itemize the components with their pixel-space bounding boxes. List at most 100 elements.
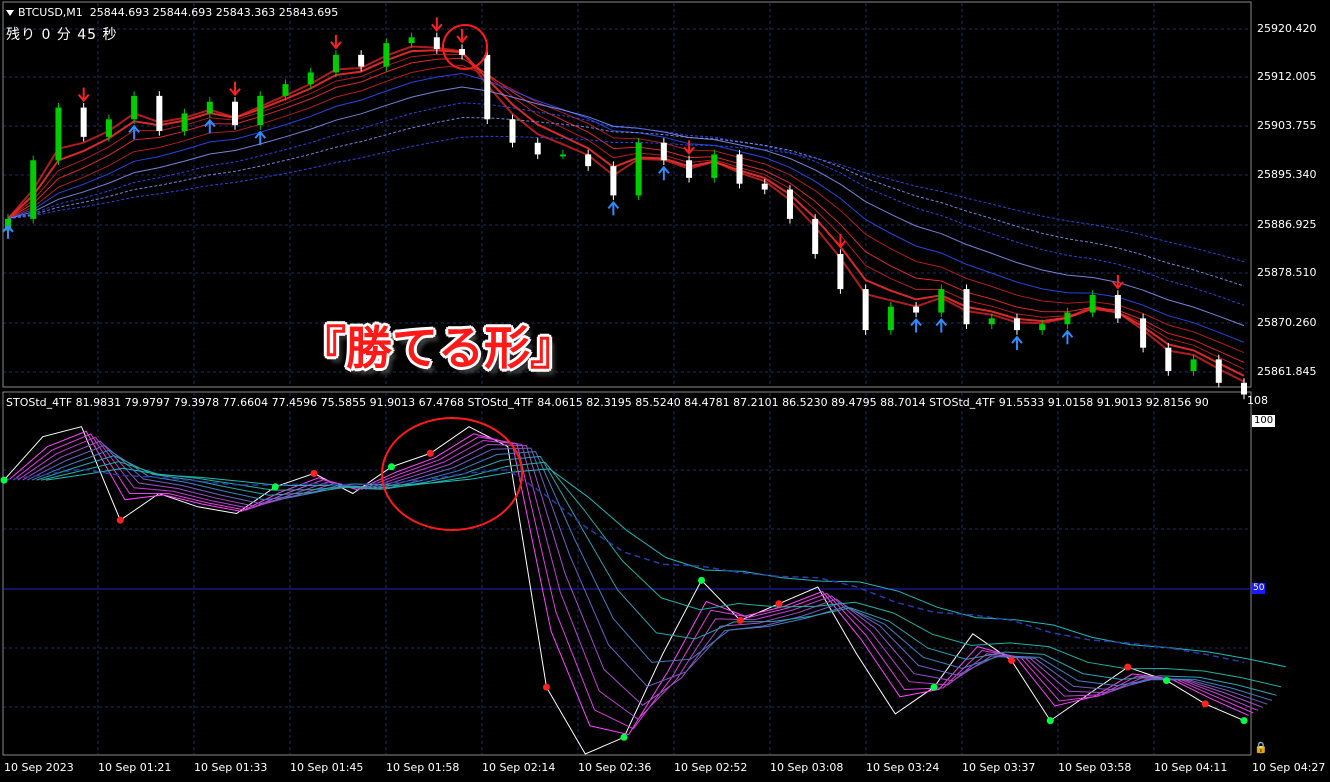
indicator-scale-top: 108: [1247, 394, 1268, 407]
candle-body: [55, 107, 62, 161]
candle-body: [1089, 294, 1096, 313]
main-panel-border: [2, 1, 1252, 388]
time-tick-label: 10 Sep 03:37: [962, 761, 1036, 774]
ohlc-values: 25844.693 25844.693 25843.363 25843.695: [89, 6, 339, 19]
stochastic-signal-dot: [271, 483, 279, 491]
stochastic-signal-dot: [388, 463, 395, 471]
time-tick-label: 10 Sep 01:45: [290, 761, 364, 774]
buy-arrow-icon: [910, 317, 922, 333]
winning-shape-banner: 『勝てる形』: [300, 321, 576, 375]
price-tick-label: 25920.420: [1257, 22, 1317, 35]
indicator-level-50: 50: [1252, 583, 1266, 594]
sell-arrow-icon: [431, 17, 443, 32]
candle-body: [105, 119, 112, 137]
symbol-ohlc-header: BTCUSD,M1 25844.693 25844.693 25843.363 …: [6, 6, 338, 19]
indicator-values-label: STOStd_4TF 81.9831 79.9797 79.3978 77.66…: [6, 396, 1209, 409]
price-tick-label: 25912.005: [1257, 70, 1317, 83]
candle-body: [1114, 294, 1121, 319]
candle-body: [509, 119, 516, 143]
stochastic-slow-line: [3, 468, 1245, 664]
candle-body: [887, 306, 894, 331]
stochastic-signal-dot: [620, 733, 628, 741]
candles: [5, 32, 1247, 400]
candle-body: [761, 183, 768, 190]
stochastic-line: [31, 449, 1273, 701]
candle-body: [282, 84, 289, 96]
price-chart[interactable]: [0, 0, 1330, 782]
stochastic-signal-dot: [1201, 700, 1209, 708]
candle-body: [913, 306, 920, 313]
ma-line: [7, 102, 1245, 306]
candle-body: [1013, 318, 1020, 331]
candle-body: [585, 154, 592, 167]
stochastic-signal-dot: [930, 683, 938, 691]
price-tick-label: 25870.260: [1257, 316, 1317, 329]
stochastic-line: [36, 455, 1277, 696]
candle-body: [1190, 359, 1197, 372]
sell-arrow-icon: [683, 140, 695, 155]
candle-body: [206, 101, 213, 114]
stochastic-line: [41, 461, 1282, 688]
stochastic-signal-dot: [543, 683, 550, 691]
stochastic-line: [22, 440, 1263, 708]
stochastic-signal-dot: [775, 600, 783, 608]
candle-body: [686, 160, 693, 178]
time-tick-label: 10 Sep 02:36: [578, 761, 652, 774]
stochastic-signal-dot: [1240, 717, 1248, 725]
candle-body: [988, 318, 995, 325]
candle-body: [257, 95, 264, 126]
buy-arrow-icon: [1061, 329, 1074, 345]
price-tick-label: 25895.340: [1257, 168, 1317, 181]
candle-body: [459, 49, 466, 55]
stochastic-signal-dot: [0, 476, 8, 484]
buy-arrow-icon: [607, 200, 620, 216]
stochastic-lines: [3, 426, 1286, 755]
stochastic-signal-dot: [310, 469, 318, 477]
candle-body: [181, 113, 188, 132]
lock-icon[interactable]: 🔒: [1254, 741, 1268, 754]
candle-body: [383, 43, 390, 67]
candle-body: [610, 166, 617, 196]
dropdown-triangle-icon[interactable]: [6, 10, 14, 16]
time-tick-label: 10 Sep 04:11: [1154, 761, 1228, 774]
buy-arrow-icon: [2, 224, 14, 239]
sell-arrow-icon: [456, 29, 468, 44]
candle-body: [1241, 382, 1247, 395]
stochastic-signal-dot: [426, 449, 434, 457]
candle-body: [660, 142, 667, 161]
candle-body: [80, 107, 87, 137]
time-tick-label: 10 Sep 04:27: [1252, 761, 1326, 774]
candle-body: [1215, 359, 1222, 383]
price-tick-label: 25886.925: [1257, 218, 1317, 231]
candle-body: [1165, 347, 1172, 372]
candle-body: [358, 54, 365, 67]
stochastic-signal-dot: [116, 516, 124, 524]
buy-arrow-icon: [1011, 335, 1023, 351]
candle-body: [786, 189, 793, 219]
time-tick-label: 10 Sep 03:24: [866, 761, 940, 774]
stochastic-signal-dot: [1124, 663, 1132, 671]
time-tick-label: 10 Sep 01:33: [194, 761, 268, 774]
time-tick-label: 10 Sep 2023: [4, 761, 74, 774]
ma-line: [7, 45, 1245, 383]
candle-body: [30, 160, 37, 219]
candle-body: [736, 154, 743, 184]
sell-arrow-icon: [229, 81, 241, 97]
signal-arrows: [2, 17, 1124, 351]
time-tick-label: 10 Sep 02:14: [482, 761, 556, 774]
stochastic-line: [45, 467, 1286, 668]
candle-body: [408, 37, 415, 44]
ma-line: [7, 53, 1245, 370]
ma-line: [7, 57, 1245, 363]
stochastic-signal-dot: [1008, 656, 1015, 664]
buy-arrow-icon: [658, 165, 670, 181]
stochastic-signal-dot: [1046, 717, 1054, 725]
symbol-label: BTCUSD,M1: [18, 6, 83, 19]
candle-body: [534, 142, 541, 155]
candle-body: [307, 72, 314, 85]
candle-body: [862, 289, 869, 331]
remaining-time-label: 残り 0 分 45 秒: [6, 27, 118, 43]
ma-line: [7, 49, 1245, 377]
stochastic-signal-dot: [1163, 677, 1170, 685]
candle-body: [711, 154, 718, 178]
